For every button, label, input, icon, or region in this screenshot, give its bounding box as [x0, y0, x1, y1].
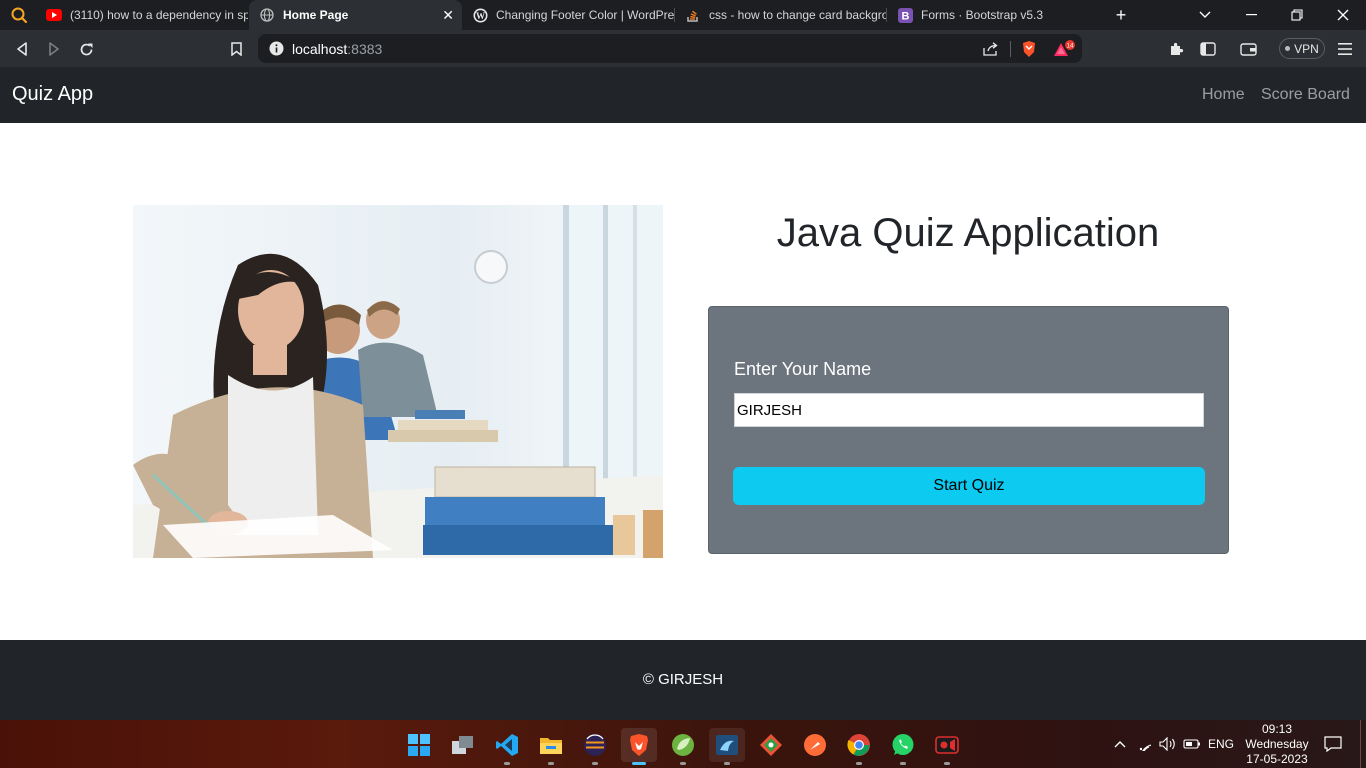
student-exam-photo [133, 205, 663, 558]
volume-icon[interactable] [1157, 720, 1179, 768]
share-icon[interactable] [978, 34, 1004, 63]
tab-search-chevron-icon[interactable] [1190, 0, 1220, 30]
close-tab-icon[interactable]: ✕ [442, 7, 454, 24]
windows-taskbar: ENG 09:13 Wednesday 17-05-2023 [0, 720, 1366, 768]
url-text: localhost:8383 [292, 41, 382, 57]
new-tab-button[interactable]: + [1106, 0, 1136, 30]
browser-menu-icon[interactable] [1332, 36, 1358, 62]
omnibox-divider [1010, 41, 1011, 57]
clock-day: Wednesday [1245, 737, 1309, 751]
vpn-label: VPN [1294, 41, 1319, 56]
file-explorer-icon[interactable] [533, 728, 569, 765]
tab-home-page[interactable]: Home Page ✕ [249, 0, 462, 30]
taskbar-clock[interactable]: 09:13 Wednesday 17-05-2023 [1238, 722, 1316, 767]
whatsapp-icon[interactable] [885, 728, 921, 765]
page-footer: © GIRJESH [0, 640, 1366, 720]
tab-title: (3110) how to a dependency in sp [70, 8, 248, 22]
reload-icon[interactable] [73, 36, 99, 62]
url-host: localhost [292, 40, 348, 57]
svg-text:W: W [476, 10, 485, 20]
wallet-icon[interactable] [1235, 36, 1261, 62]
brave-rewards-icon[interactable]: 14 [1050, 34, 1080, 63]
nav-link-home[interactable]: Home [1202, 86, 1245, 104]
name-field-label: Enter Your Name [734, 359, 872, 379]
url-port: :8383 [347, 40, 383, 57]
brave-shields-icon[interactable] [1016, 34, 1042, 63]
bootstrap-icon: B [897, 7, 913, 23]
page-title: Java Quiz Application [776, 211, 1160, 255]
restore-window-icon[interactable] [1274, 0, 1320, 30]
browser-toolbar: localhost:8383 14 VPN [0, 30, 1366, 67]
spring-tools-icon[interactable] [665, 728, 701, 765]
battery-icon[interactable] [1181, 720, 1203, 768]
vpn-status-dot [1285, 46, 1291, 51]
stackoverflow-icon [685, 7, 701, 23]
brave-browser-icon[interactable] [621, 728, 657, 765]
footer-copyright: © GIRJESH [642, 671, 724, 688]
task-view-icon[interactable] [445, 728, 481, 762]
show-desktop-divider[interactable] [1360, 720, 1361, 768]
bookmark-icon[interactable] [223, 36, 249, 62]
tab-title: Changing Footer Color | WordPre [496, 8, 674, 22]
screen-recorder-icon[interactable] [929, 728, 965, 765]
notification-center-icon[interactable] [1320, 720, 1346, 768]
nav-link-score-board[interactable]: Score Board [1261, 86, 1350, 104]
name-input[interactable]: GIRJESH [734, 393, 1204, 427]
address-bar[interactable]: localhost:8383 14 [258, 34, 1082, 63]
input-language[interactable]: ENG [1205, 720, 1237, 768]
wordpress-icon: W [472, 7, 488, 23]
clock-date: 17-05-2023 [1246, 752, 1308, 766]
globe-icon [259, 7, 275, 23]
browser-tab-strip: (3110) how to a dependency in sp Home Pa… [0, 0, 1366, 30]
mysql-workbench-icon[interactable] [709, 728, 745, 765]
clock-time: 09:13 [1261, 722, 1293, 736]
tab-youtube[interactable]: (3110) how to a dependency in sp [36, 0, 248, 30]
back-icon[interactable] [9, 36, 35, 62]
sidebar-icon[interactable] [1195, 36, 1221, 62]
git-gui-icon[interactable] [753, 728, 789, 762]
wifi-icon[interactable] [1136, 720, 1156, 768]
postman-icon[interactable] [797, 728, 833, 762]
forward-icon[interactable] [41, 36, 67, 62]
tab-title: Home Page [283, 8, 349, 22]
vscode-icon[interactable] [489, 728, 525, 765]
tab-stackoverflow[interactable]: css - how to change card backgro [675, 0, 886, 30]
site-info-icon[interactable] [268, 41, 284, 57]
brave-menu-icon[interactable] [4, 0, 34, 30]
app-navbar: Quiz App Home Score Board [0, 67, 1366, 123]
tab-title: css - how to change card backgro [709, 8, 886, 22]
navbar-brand[interactable]: Quiz App [12, 83, 93, 106]
eclipse-icon[interactable] [577, 728, 613, 765]
tab-wordpress[interactable]: W Changing Footer Color | WordPre [462, 0, 674, 30]
rewards-badge-count: 14 [1066, 42, 1074, 49]
minimize-window-icon[interactable] [1228, 0, 1274, 30]
windows-start-icon[interactable] [401, 728, 437, 762]
tab-bootstrap[interactable]: B Forms · Bootstrap v5.3 [887, 0, 1099, 30]
vpn-button[interactable]: VPN [1279, 38, 1325, 59]
name-form-card: Enter Your Name GIRJESH Start Quiz [708, 306, 1229, 554]
extensions-icon[interactable] [1163, 36, 1189, 62]
chrome-icon[interactable] [841, 728, 877, 765]
youtube-icon [46, 7, 62, 23]
tab-title: Forms · Bootstrap v5.3 [921, 8, 1044, 22]
start-quiz-button[interactable]: Start Quiz [733, 467, 1205, 505]
close-window-icon[interactable] [1320, 0, 1366, 30]
svg-text:B: B [901, 10, 909, 22]
show-hidden-icons-chevron-icon[interactable] [1110, 720, 1130, 768]
